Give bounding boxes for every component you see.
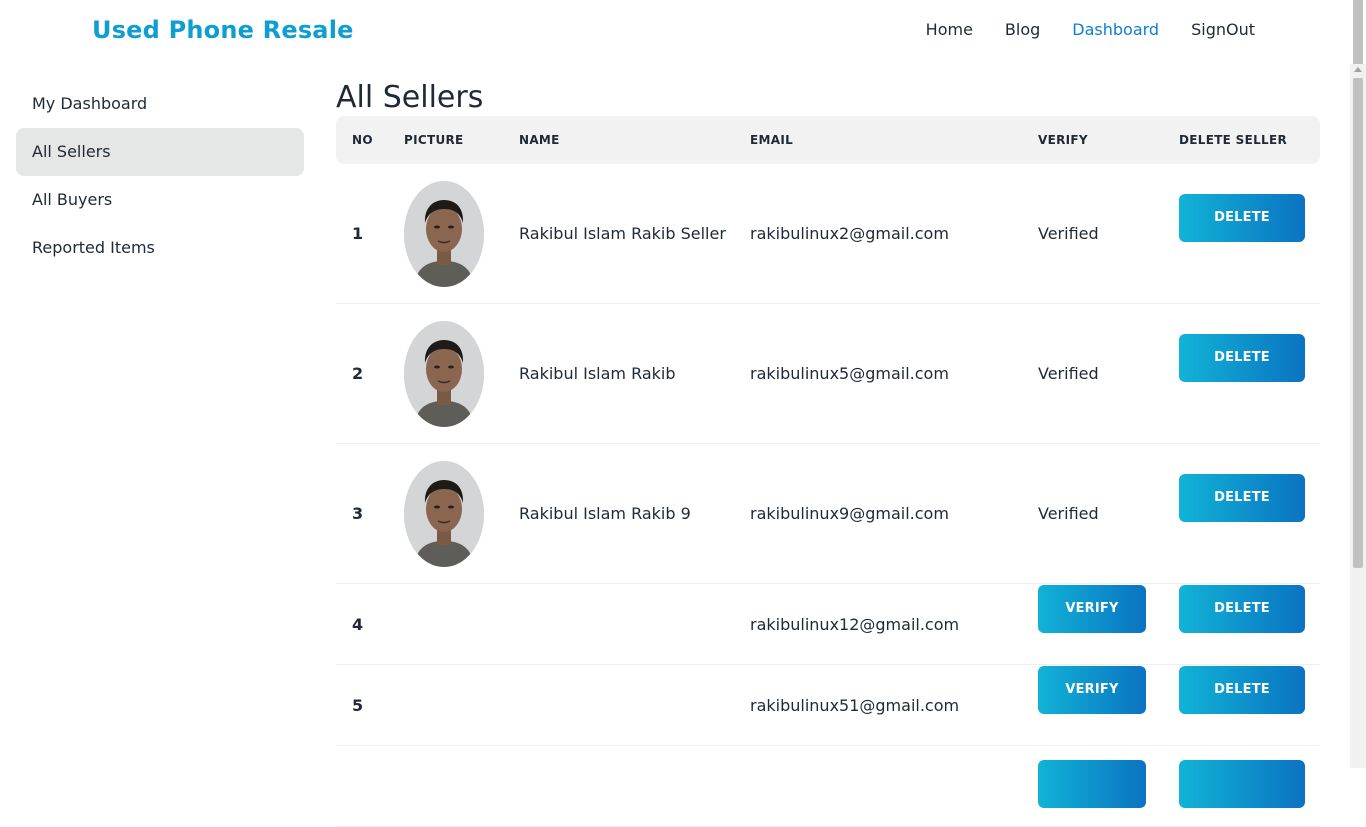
- picture-cell: [388, 745, 503, 827]
- row-number: 1: [336, 164, 388, 304]
- column-header-verify: VERIFY: [1038, 133, 1088, 147]
- delete-cell: DELETE SELLER: [1163, 664, 1320, 746]
- row-number: [336, 745, 388, 827]
- seller-avatar: [404, 180, 484, 287]
- delete-seller-button[interactable]: DELETE SELLER: [1179, 584, 1305, 664]
- verify-user-button[interactable]: VERIFY USER: [1038, 584, 1146, 664]
- sidebar-item-all-buyers[interactable]: All Buyers: [16, 176, 304, 224]
- picture-cell: [388, 583, 503, 665]
- delete-cell: DELETE SELLER: [1163, 303, 1320, 444]
- seller-email: [734, 745, 1022, 827]
- table-row: 2 Rakibul Islam Rakib rakibulinux5@gmail…: [336, 303, 1320, 444]
- scrollbar-thumb[interactable]: [1353, 78, 1363, 568]
- main-content: All Sellers NO PICTURE NAME EMAIL VERIFY…: [336, 80, 1320, 827]
- column-header-name: NAME: [519, 133, 560, 147]
- picture-cell: [388, 443, 503, 584]
- seller-email: rakibulinux51@gmail.com: [734, 664, 1022, 746]
- delete-seller-button[interactable]: DELETE SELLER: [1179, 665, 1305, 745]
- row-number: 2: [336, 303, 388, 444]
- verify-user-button[interactable]: [1038, 760, 1146, 808]
- seller-name: Rakibul Islam Rakib 9: [503, 443, 734, 584]
- verify-user-button[interactable]: VERIFY USER: [1038, 665, 1146, 745]
- seller-avatar: [404, 320, 484, 427]
- verified-status: Verified: [1022, 303, 1163, 444]
- seller-email: rakibulinux9@gmail.com: [734, 443, 1022, 584]
- nav-signout-link[interactable]: SignOut: [1191, 20, 1255, 39]
- seller-avatar: [404, 460, 484, 567]
- table-row: 5 rakibulinux51@gmail.com VERIFY USER DE…: [336, 664, 1320, 746]
- table-row: 4 rakibulinux12@gmail.com VERIFY USER DE…: [336, 583, 1320, 665]
- table-row: 1 Rakibul Islam Rakib Seller rakibulinux…: [336, 164, 1320, 304]
- nav-links: Home Blog Dashboard SignOut: [926, 20, 1255, 39]
- row-number: 5: [336, 664, 388, 746]
- scroll-up-arrow-icon[interactable]: [1354, 67, 1362, 72]
- seller-name: [503, 664, 734, 746]
- nav-blog-link[interactable]: Blog: [1005, 20, 1040, 39]
- seller-email: rakibulinux2@gmail.com: [734, 164, 1022, 304]
- sidebar-item-my-dashboard[interactable]: My Dashboard: [16, 80, 304, 128]
- table-row: 3 Rakibul Islam Rakib 9 rakibulinux9@gma…: [336, 443, 1320, 584]
- person-photo-icon: [404, 460, 484, 567]
- delete-seller-button[interactable]: DELETE SELLER: [1179, 474, 1305, 553]
- sellers-table: NO PICTURE NAME EMAIL VERIFY DELETE SELL…: [336, 116, 1320, 827]
- seller-email: rakibulinux5@gmail.com: [734, 303, 1022, 444]
- seller-name: Rakibul Islam Rakib Seller: [503, 164, 734, 304]
- vertical-scrollbar[interactable]: [1350, 64, 1366, 768]
- person-photo-icon: [404, 180, 484, 287]
- nav-home-link[interactable]: Home: [926, 20, 973, 39]
- outer-scrollbar-thumb[interactable]: [1353, 0, 1363, 64]
- verify-cell: VERIFY USER: [1022, 583, 1163, 665]
- seller-name: [503, 745, 734, 827]
- row-number: 4: [336, 583, 388, 665]
- page-title: All Sellers: [336, 80, 484, 115]
- person-photo-icon: [404, 320, 484, 427]
- column-header-email: EMAIL: [750, 133, 794, 147]
- delete-cell: DELETE SELLER: [1163, 164, 1320, 304]
- seller-name: [503, 583, 734, 665]
- delete-seller-button[interactable]: DELETE SELLER: [1179, 334, 1305, 413]
- delete-cell: DELETE SELLER: [1163, 583, 1320, 665]
- verify-cell: VERIFY USER: [1022, 664, 1163, 746]
- column-header-picture: PICTURE: [404, 133, 464, 147]
- scrollbar-top: [1350, 0, 1366, 64]
- picture-cell: [388, 303, 503, 444]
- table-header-row: NO PICTURE NAME EMAIL VERIFY DELETE SELL…: [336, 116, 1320, 164]
- row-number: 3: [336, 443, 388, 584]
- table-row: [336, 745, 1320, 827]
- dashboard-sidebar: My Dashboard All Sellers All Buyers Repo…: [16, 80, 304, 272]
- seller-name: Rakibul Islam Rakib: [503, 303, 734, 444]
- picture-cell: [388, 164, 503, 304]
- delete-seller-button[interactable]: [1179, 760, 1305, 808]
- delete-seller-button[interactable]: DELETE SELLER: [1179, 194, 1305, 273]
- delete-cell: DELETE SELLER: [1163, 443, 1320, 584]
- column-header-delete-seller: DELETE SELLER: [1179, 133, 1288, 147]
- nav-dashboard-link[interactable]: Dashboard: [1072, 20, 1159, 39]
- top-navbar: Used Phone Resale Home Blog Dashboard Si…: [0, 0, 1350, 64]
- column-header-no: NO: [352, 133, 373, 147]
- seller-email: rakibulinux12@gmail.com: [734, 583, 1022, 665]
- picture-cell: [388, 664, 503, 746]
- brand-logo-link[interactable]: Used Phone Resale: [92, 16, 354, 44]
- sidebar-item-reported-items[interactable]: Reported Items: [16, 224, 304, 272]
- verified-status: Verified: [1022, 164, 1163, 304]
- sidebar-item-all-sellers[interactable]: All Sellers: [16, 128, 304, 176]
- verified-status: Verified: [1022, 443, 1163, 584]
